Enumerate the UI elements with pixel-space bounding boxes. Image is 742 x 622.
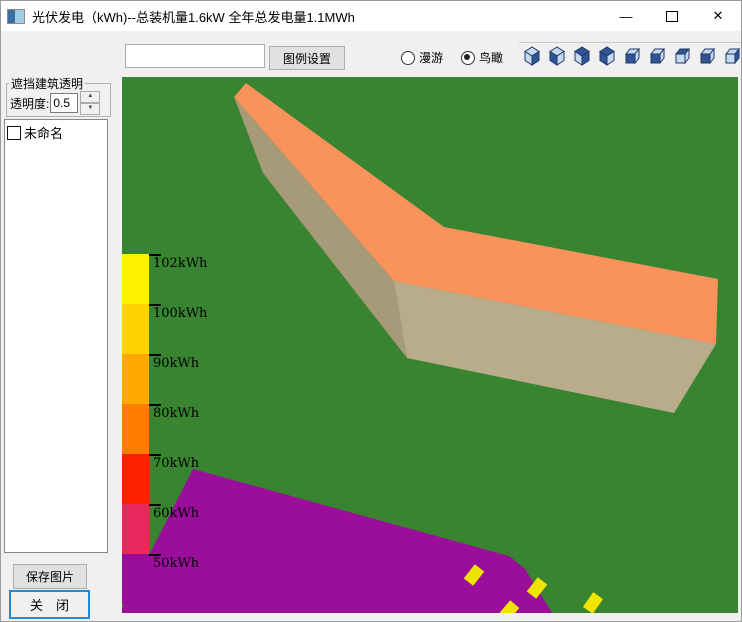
spin-down-icon[interactable]: ▼ (80, 103, 100, 115)
face-view-3-icon[interactable] (672, 46, 692, 66)
legend-tick-label: 90kWh (153, 356, 199, 371)
titlebar: 光伏发电（kWh)--总装机量1.6kW 全年总发电量1.1MWh — ✕ (1, 1, 741, 31)
legend-tick-label: 100kWh (153, 306, 207, 321)
close-button[interactable]: 关 闭 (9, 590, 90, 619)
group-title: 遮挡建筑透明 (9, 75, 85, 92)
opacity-label: 透明度: (10, 95, 49, 112)
opacity-stepper: ▲ ▼ (80, 91, 100, 115)
layer-list: 未命名 (4, 119, 108, 553)
layer-checkbox[interactable] (7, 126, 21, 140)
legend-segment (122, 254, 149, 304)
legend-settings-button[interactable]: 图例设置 (269, 46, 345, 70)
radio-roam-label: 漫游 (419, 49, 443, 66)
toolbar-separator (519, 42, 741, 43)
maximize-button[interactable] (649, 1, 695, 31)
legend-tick-label: 60kWh (153, 506, 199, 521)
spin-up-icon[interactable]: ▲ (80, 91, 100, 103)
pv-field-surface (122, 469, 553, 613)
color-legend-bar (122, 254, 149, 604)
radio-birdseye-icon (461, 51, 475, 65)
app-window: 光伏发电（kWh)--总装机量1.6kW 全年总发电量1.1MWh — ✕ 图例… (0, 0, 742, 622)
legend-segment (122, 404, 149, 454)
3d-viewport[interactable]: 102kWh 100kWh 90kWh 80kWh 70kWh 60kWh 50kWh (122, 77, 738, 613)
iso-corner-view-4-icon[interactable] (597, 46, 617, 66)
legend-segment (122, 454, 149, 504)
filter-input[interactable] (125, 44, 265, 68)
legend-tick-label: 102kWh (153, 256, 207, 271)
legend-tick-label: 50kWh (153, 556, 199, 571)
pv-panel-marker (583, 592, 603, 613)
view-mode-group: 漫游 鸟瞰 (401, 49, 503, 66)
legend-tick-label: 70kWh (153, 456, 199, 471)
face-view-5-icon[interactable] (722, 46, 742, 66)
face-view-4-icon[interactable] (697, 46, 717, 66)
list-item[interactable]: 未命名 (5, 120, 107, 145)
iso-corner-view-2-icon[interactable] (547, 46, 567, 66)
legend-segment (122, 304, 149, 354)
face-view-1-icon[interactable] (622, 46, 642, 66)
radio-roam-icon (401, 51, 415, 65)
opacity-input[interactable] (50, 93, 78, 113)
maximize-icon (666, 11, 678, 22)
app-icon (7, 9, 25, 24)
occluder-transparency-group: 遮挡建筑透明 透明度: ▲ ▼ (6, 83, 111, 117)
radio-roam[interactable]: 漫游 (401, 49, 443, 66)
scene-canvas (122, 77, 738, 613)
minimize-button[interactable]: — (603, 1, 649, 31)
window-title: 光伏发电（kWh)--总装机量1.6kW 全年总发电量1.1MWh (32, 7, 355, 26)
legend-tick-label: 80kWh (153, 406, 199, 421)
face-view-2-icon[interactable] (647, 46, 667, 66)
layer-label: 未命名 (24, 123, 63, 142)
legend-segment (122, 554, 149, 604)
view-icon-strip (522, 46, 742, 66)
radio-birdseye[interactable]: 鸟瞰 (461, 49, 503, 66)
radio-birdseye-label: 鸟瞰 (479, 49, 503, 66)
iso-corner-view-1-icon[interactable] (522, 46, 542, 66)
legend-segment (122, 354, 149, 404)
legend-segment (122, 504, 149, 554)
close-window-button[interactable]: ✕ (695, 1, 741, 31)
save-image-button[interactable]: 保存图片 (13, 564, 87, 589)
iso-corner-view-3-icon[interactable] (572, 46, 592, 66)
